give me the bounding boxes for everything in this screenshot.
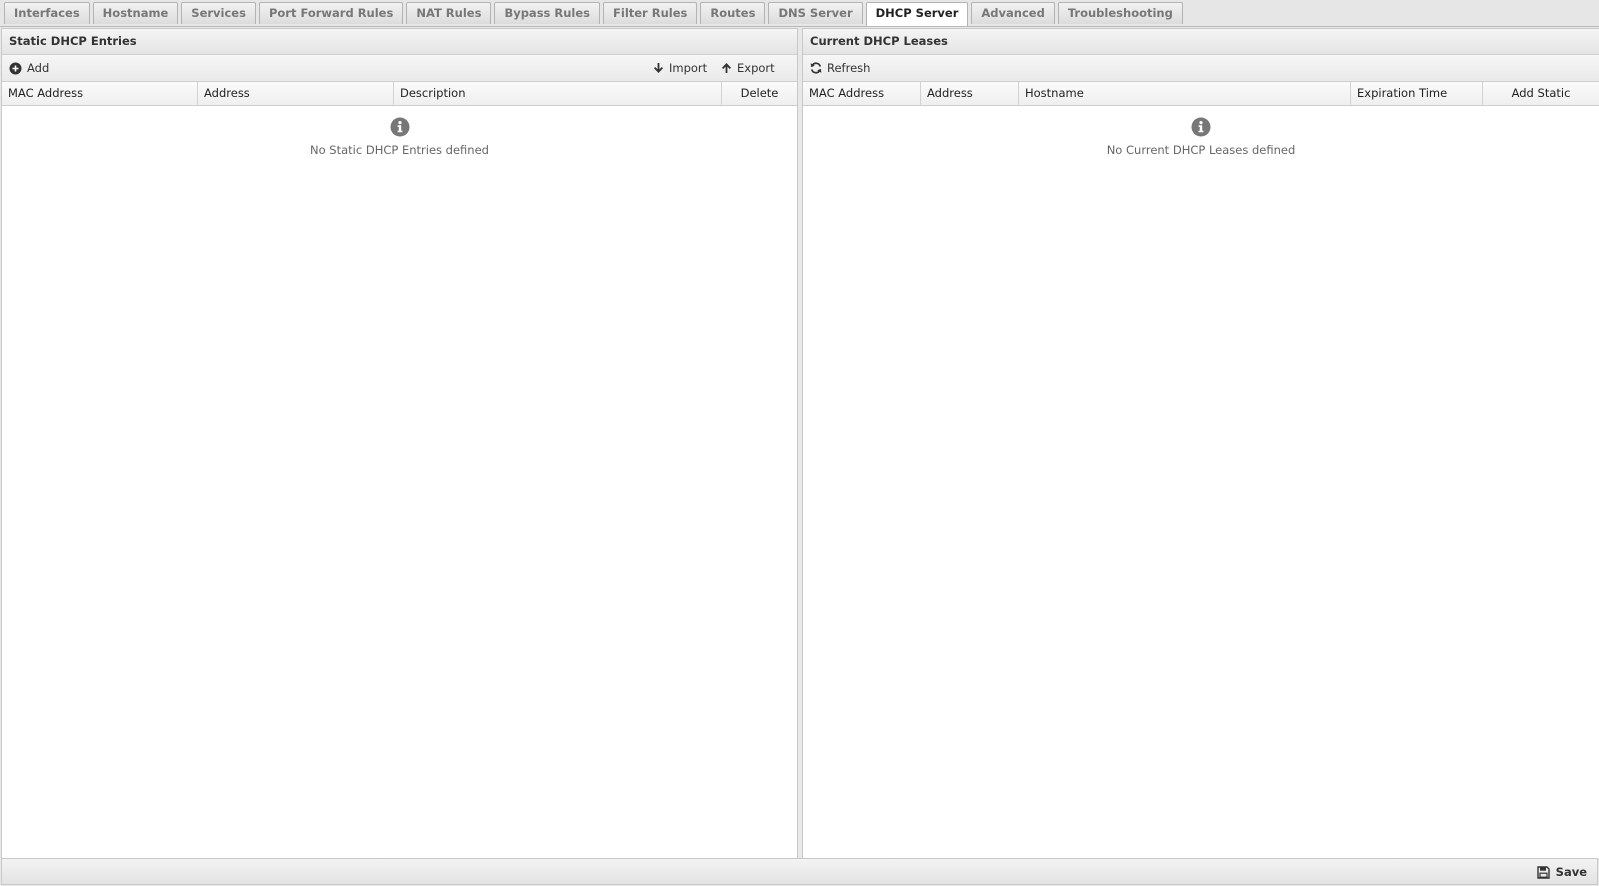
tab-interfaces[interactable]: Interfaces <box>4 2 90 24</box>
tab-advanced[interactable]: Advanced <box>971 2 1055 24</box>
current-leases-empty-state: No Current DHCP Leases defined <box>803 117 1599 157</box>
static-entries-empty-state: No Static DHCP Entries defined <box>2 117 797 157</box>
column-delete[interactable]: Delete <box>722 82 797 105</box>
floppy-disk-icon <box>1536 865 1550 879</box>
export-label: Export <box>737 61 775 75</box>
refresh-icon <box>810 62 822 74</box>
tab-services[interactable]: Services <box>181 2 256 24</box>
current-leases-toolbar: Refresh <box>803 55 1599 82</box>
tab-dns-server[interactable]: DNS Server <box>768 2 863 24</box>
import-button[interactable]: Import <box>653 55 707 81</box>
tab-bypass-rules[interactable]: Bypass Rules <box>494 2 601 24</box>
refresh-button[interactable]: Refresh <box>810 55 870 81</box>
current-leases-column-header: MAC Address Address Hostname Expiration … <box>803 82 1599 106</box>
arrow-down-icon <box>654 63 663 73</box>
current-dhcp-leases-panel: Current DHCP Leases Refresh MAC Address … <box>802 28 1599 860</box>
info-icon <box>1191 117 1211 137</box>
refresh-label: Refresh <box>827 61 871 75</box>
column-hostname[interactable]: Hostname <box>1019 82 1351 105</box>
tab-dhcp-server[interactable]: DHCP Server <box>865 2 969 26</box>
import-label: Import <box>669 61 708 75</box>
column-expiration-time[interactable]: Expiration Time <box>1351 82 1483 105</box>
tab-list: Interfaces Hostname Services Port Forwar… <box>4 2 1186 26</box>
tab-hostname[interactable]: Hostname <box>92 2 179 24</box>
column-mac-address[interactable]: MAC Address <box>2 82 198 105</box>
static-dhcp-entries-panel: Static DHCP Entries Add Import Export MA… <box>1 28 798 860</box>
arrow-up-icon <box>722 63 731 73</box>
save-label: Save <box>1555 865 1587 879</box>
column-address[interactable]: Address <box>921 82 1019 105</box>
export-button[interactable]: Export <box>721 55 775 81</box>
tab-troubleshooting[interactable]: Troubleshooting <box>1057 2 1183 24</box>
static-entries-toolbar: Add Import Export <box>2 55 797 82</box>
static-entries-column-header: MAC Address Address Description Delete <box>2 82 797 106</box>
tab-bar: Interfaces Hostname Services Port Forwar… <box>0 0 1599 27</box>
add-circle-icon <box>9 62 22 74</box>
column-description[interactable]: Description <box>394 82 722 105</box>
tab-filter-rules[interactable]: Filter Rules <box>603 2 698 24</box>
panel-title: Static DHCP Entries <box>2 29 797 55</box>
column-mac-address[interactable]: MAC Address <box>803 82 921 105</box>
tab-port-forward-rules[interactable]: Port Forward Rules <box>258 2 404 24</box>
tab-nat-rules[interactable]: NAT Rules <box>406 2 492 24</box>
info-icon <box>390 117 409 137</box>
empty-message: No Static DHCP Entries defined <box>310 143 489 157</box>
tab-routes[interactable]: Routes <box>700 2 766 24</box>
empty-message: No Current DHCP Leases defined <box>1106 143 1296 157</box>
add-label: Add <box>27 61 50 75</box>
save-button[interactable]: Save <box>1536 859 1587 885</box>
footer-bar: Save <box>1 858 1598 885</box>
panel-title: Current DHCP Leases <box>803 29 1599 55</box>
add-button[interactable]: Add <box>9 55 49 81</box>
column-address[interactable]: Address <box>198 82 394 105</box>
column-add-static[interactable]: Add Static <box>1483 82 1599 105</box>
